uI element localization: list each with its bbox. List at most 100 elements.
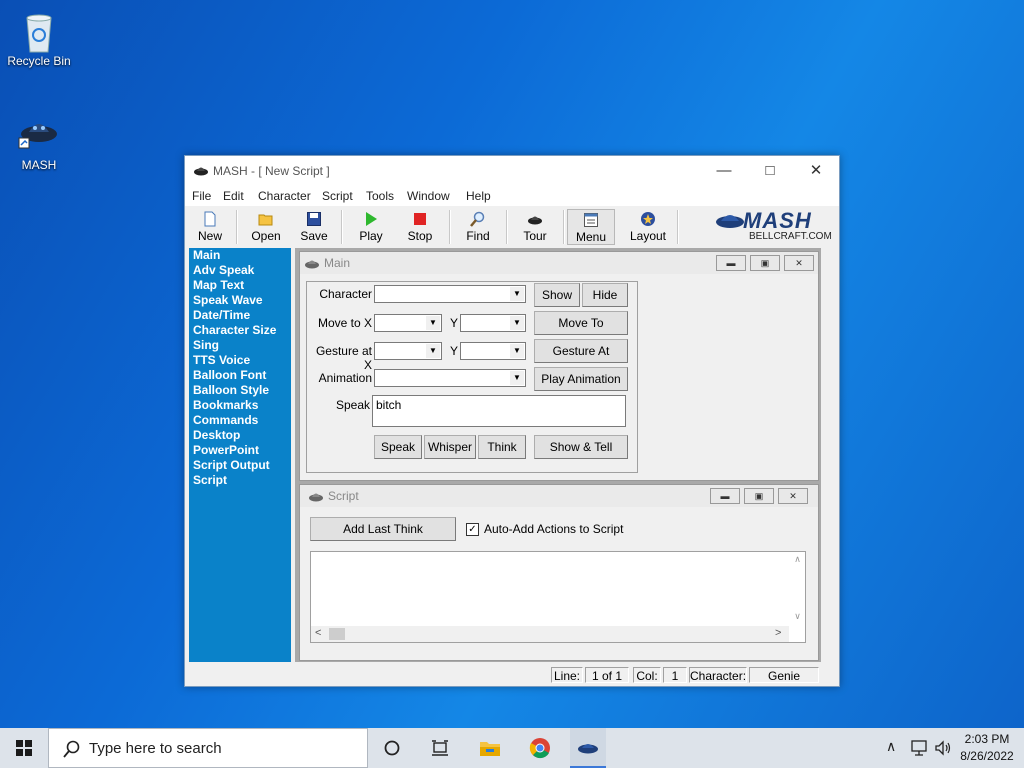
speak-label: Speak xyxy=(335,398,370,412)
show-and-tell-button[interactable]: Show & Tell xyxy=(534,435,628,459)
main-panel-titlebar[interactable]: Main ▬ ▣ ✕ xyxy=(300,252,818,274)
sidebar-item-main[interactable]: Main xyxy=(189,248,291,263)
mash-window: MASH - [ New Script ] — □ ✕ File Edit Ch… xyxy=(184,155,840,687)
mash-app-icon xyxy=(17,112,61,156)
menu-help[interactable]: Help xyxy=(466,189,491,203)
show-button[interactable]: Show xyxy=(534,283,580,307)
speak-button[interactable]: Speak xyxy=(374,435,422,459)
script-textarea[interactable]: ∧ ∨ < > xyxy=(310,551,806,643)
gesture-at-button[interactable]: Gesture At xyxy=(534,339,628,363)
chrome-taskbar-button[interactable] xyxy=(524,728,556,768)
sidebar-item-script[interactable]: Script xyxy=(189,473,291,488)
toolbar-layout-button[interactable]: Layout xyxy=(623,209,673,245)
mash-desktop-label: MASH xyxy=(21,158,57,172)
menu-window[interactable]: Window xyxy=(407,189,450,203)
whisper-button[interactable]: Whisper xyxy=(424,435,476,459)
stop-icon xyxy=(412,211,428,227)
sidebar-item-map-text[interactable]: Map Text xyxy=(189,278,291,293)
scroll-down-icon[interactable]: ∨ xyxy=(790,611,805,622)
auto-add-checkbox[interactable]: ✓ xyxy=(466,523,479,536)
scroll-right-icon[interactable]: > xyxy=(775,627,781,639)
gesture-at-x-combo[interactable]: ▼ xyxy=(374,342,442,360)
main-panel-close-button[interactable]: ✕ xyxy=(784,255,814,271)
menu-character[interactable]: Character xyxy=(258,189,311,203)
sidebar-item-character-size[interactable]: Character Size xyxy=(189,323,291,338)
sidebar-item-speak-wave[interactable]: Speak Wave xyxy=(189,293,291,308)
sidebar-item-commands[interactable]: Commands xyxy=(189,413,291,428)
show-hidden-icons-chevron-icon[interactable]: ∧ xyxy=(886,738,896,755)
sidebar-item-powerpoint[interactable]: PowerPoint xyxy=(189,443,291,458)
chevron-down-icon: ▼ xyxy=(510,287,524,301)
minimize-button[interactable]: — xyxy=(701,156,747,186)
close-button[interactable]: ✕ xyxy=(793,156,839,186)
main-panel-restore-button[interactable]: ▣ xyxy=(750,255,780,271)
animation-combo[interactable]: ▼ xyxy=(374,369,526,387)
chevron-down-icon: ▼ xyxy=(426,344,440,358)
play-animation-button[interactable]: Play Animation xyxy=(534,367,628,391)
play-icon xyxy=(363,211,379,227)
toolbar-separator xyxy=(449,210,451,244)
desktop-icon-recycle-bin[interactable]: Recycle Bin xyxy=(4,8,74,68)
mash-taskbar-button[interactable] xyxy=(570,728,606,768)
toolbar-find-button[interactable]: Find xyxy=(453,209,503,245)
task-view-button[interactable] xyxy=(424,728,456,768)
network-icon[interactable] xyxy=(910,740,928,756)
move-to-x-combo[interactable]: ▼ xyxy=(374,314,442,332)
script-panel-titlebar[interactable]: Script ▬ ▣ ✕ xyxy=(300,485,818,507)
desktop-icon-mash[interactable]: MASH xyxy=(4,112,74,172)
toolbar-open-button[interactable]: Open xyxy=(241,209,291,245)
gesture-at-y-combo[interactable]: ▼ xyxy=(460,342,526,360)
script-panel-close-button[interactable]: ✕ xyxy=(778,488,808,504)
cortana-button[interactable] xyxy=(378,728,406,768)
maximize-button[interactable]: □ xyxy=(747,156,793,186)
clock-time[interactable]: 2:03 PM xyxy=(962,732,1012,746)
start-button[interactable] xyxy=(0,728,48,768)
toolbar-play-button[interactable]: Play xyxy=(346,209,396,245)
speak-textarea[interactable]: bitch xyxy=(372,395,626,427)
move-to-y-combo[interactable]: ▼ xyxy=(460,314,526,332)
menu-file[interactable]: File xyxy=(192,189,211,203)
move-to-button[interactable]: Move To xyxy=(534,311,628,335)
script-panel-restore-button[interactable]: ▣ xyxy=(744,488,774,504)
menu-icon xyxy=(583,212,599,228)
horizontal-scrollbar[interactable]: < > xyxy=(311,626,789,642)
title-bar[interactable]: MASH - [ New Script ] — □ ✕ xyxy=(185,156,839,186)
file-explorer-taskbar-button[interactable] xyxy=(474,728,506,768)
sidebar-item-sing[interactable]: Sing xyxy=(189,338,291,353)
script-panel-minimize-button[interactable]: ▬ xyxy=(710,488,740,504)
status-line-value: 1 of 1 xyxy=(585,667,629,683)
toolbar-separator xyxy=(677,210,679,244)
sidebar-item-balloon-style[interactable]: Balloon Style xyxy=(189,383,291,398)
find-icon xyxy=(470,211,486,227)
sidebar-item-bookmarks[interactable]: Bookmarks xyxy=(189,398,291,413)
horizontal-scroll-thumb[interactable] xyxy=(329,628,345,640)
scroll-left-icon[interactable]: < xyxy=(315,627,321,639)
toolbar-new-button[interactable]: New xyxy=(185,209,235,245)
cortana-circle-icon xyxy=(384,740,400,756)
character-combo[interactable]: ▼ xyxy=(374,285,526,303)
save-disk-icon xyxy=(306,211,322,227)
toolbar-stop-button[interactable]: Stop xyxy=(395,209,445,245)
sidebar-item-script-output[interactable]: Script Output xyxy=(189,458,291,473)
vertical-scrollbar[interactable]: ∧ ∨ xyxy=(790,552,805,624)
menu-tools[interactable]: Tools xyxy=(366,189,394,203)
toolbar-tour-button[interactable]: Tour xyxy=(510,209,560,245)
scroll-up-icon[interactable]: ∧ xyxy=(790,554,805,565)
taskbar-search-box[interactable]: Type here to search xyxy=(48,728,368,768)
think-button[interactable]: Think xyxy=(478,435,526,459)
main-panel-minimize-button[interactable]: ▬ xyxy=(716,255,746,271)
sidebar-item-date-time[interactable]: Date/Time xyxy=(189,308,291,323)
menu-edit[interactable]: Edit xyxy=(223,189,244,203)
sidebar-item-balloon-font[interactable]: Balloon Font xyxy=(189,368,291,383)
toolbar-menu-button[interactable]: Menu xyxy=(567,209,615,245)
hide-button[interactable]: Hide xyxy=(582,283,628,307)
add-last-think-button[interactable]: Add Last Think xyxy=(310,517,456,541)
volume-icon[interactable] xyxy=(934,740,952,756)
clock-date[interactable]: 8/26/2022 xyxy=(958,749,1016,763)
sidebar-item-adv-speak[interactable]: Adv Speak xyxy=(189,263,291,278)
sidebar-item-tts-voice[interactable]: TTS Voice xyxy=(189,353,291,368)
menu-script[interactable]: Script xyxy=(322,189,353,203)
gesture-at-x-label: Gesture at X xyxy=(315,344,372,372)
sidebar-item-desktop[interactable]: Desktop xyxy=(189,428,291,443)
toolbar-save-button[interactable]: Save xyxy=(289,209,339,245)
